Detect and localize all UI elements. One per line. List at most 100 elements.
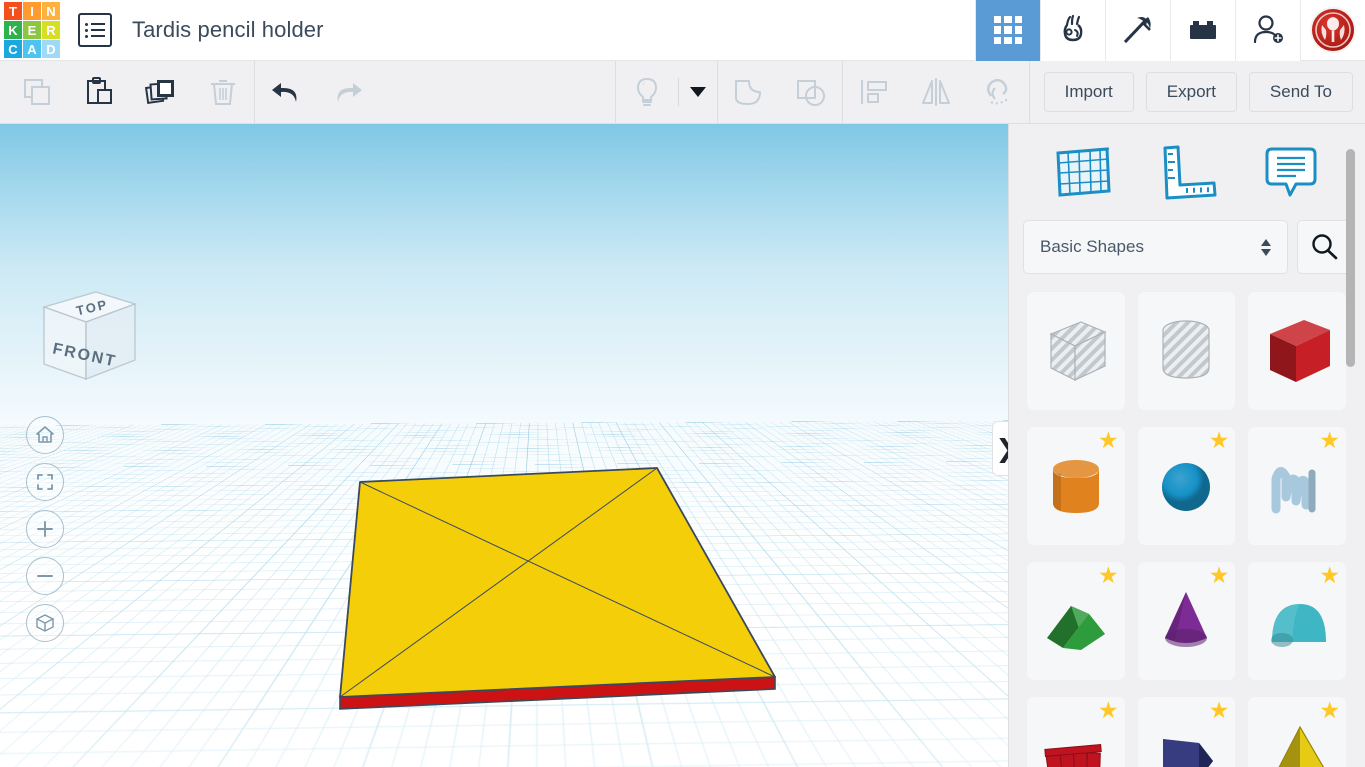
view-navigation-controls: [26, 416, 64, 642]
group-button[interactable]: [718, 61, 780, 124]
align-tools: [843, 61, 1029, 124]
view-cube[interactable]: TOP FRONT: [34, 272, 144, 390]
send-to-button[interactable]: Send To: [1248, 72, 1353, 112]
search-icon: [1312, 234, 1338, 260]
shape-item-navy-polygon[interactable]: ★: [1137, 697, 1236, 767]
fit-brackets-icon: [37, 474, 53, 490]
shape-grid-scrollbar[interactable]: [1346, 149, 1355, 367]
logo-tile-d: D: [42, 40, 60, 58]
lego-brick-icon: [1190, 21, 1216, 39]
logo-tile-t: T: [4, 2, 22, 20]
note-icon: [1265, 147, 1317, 197]
ruler-icon: [1163, 145, 1217, 200]
shape-item-yellow-pyramid[interactable]: ★: [1248, 697, 1346, 767]
favorite-star-icon[interactable]: ★: [1098, 564, 1119, 587]
favorite-star-icon[interactable]: ★: [1319, 429, 1340, 452]
home-view-button[interactable]: [26, 416, 64, 454]
light-blue-scribble-thumbnail: [1271, 467, 1316, 514]
header-button-blocks[interactable]: [1170, 0, 1235, 61]
chevron-down-icon: [689, 87, 706, 97]
header-button-invite[interactable]: [1235, 0, 1300, 61]
group-tools: [718, 61, 842, 124]
mandalorian-crest-icon: [1315, 12, 1351, 48]
header-button-codeblocks[interactable]: [1040, 0, 1105, 61]
fit-view-button[interactable]: [26, 463, 64, 501]
logo-tile-a: A: [23, 40, 41, 58]
zoom-out-button[interactable]: [26, 557, 64, 595]
blue-sphere-thumbnail: [1162, 463, 1211, 511]
logo-tile-r: R: [42, 21, 60, 39]
favorite-star-icon[interactable]: ★: [1319, 699, 1340, 722]
favorite-star-icon[interactable]: ★: [1209, 699, 1230, 722]
shape-item-purple-cone[interactable]: ★: [1137, 562, 1236, 680]
shapes-panel: Basic Shapes ★ ★ ★ ★ ★ ★ ★ ★ ★: [1008, 124, 1365, 767]
mirror-button[interactable]: [905, 61, 967, 124]
tinkercad-app: TINKERCAD Tardis pencil holder Import Ex…: [0, 0, 1365, 767]
stepper-icon: [1261, 238, 1271, 256]
app-header: TIN KER CAD Tardis pencil holder: [0, 0, 1365, 61]
ungroup-button[interactable]: [780, 61, 842, 124]
header-button-designs-grid[interactable]: [975, 0, 1040, 61]
favorite-star-icon[interactable]: ★: [1209, 429, 1230, 452]
shape-item-red-text[interactable]: ★: [1027, 697, 1125, 767]
workplane-icon: [1056, 147, 1111, 197]
shape-category-dropdown[interactable]: Basic Shapes: [1023, 220, 1288, 274]
logo-tile-c: C: [4, 40, 22, 58]
shape-item-hollow-box[interactable]: [1027, 292, 1125, 410]
minus-icon: [37, 575, 53, 577]
shape-grid-scroll-track[interactable]: [1346, 124, 1360, 609]
pickaxe-icon: [1123, 17, 1151, 44]
zoom-in-button[interactable]: [26, 510, 64, 548]
shape-item-red-box[interactable]: [1248, 292, 1346, 410]
red-box-thumbnail: [1270, 320, 1331, 382]
light-tools: [616, 61, 717, 124]
plus-icon: [37, 521, 53, 537]
yellow-plate[interactable]: [0, 124, 1008, 767]
perspective-toggle-button[interactable]: [26, 604, 64, 642]
tinkercad-logo[interactable]: TIN KER CAD: [4, 2, 60, 58]
favorite-star-icon[interactable]: ★: [1319, 564, 1340, 587]
shape-item-hollow-cylinder[interactable]: [1137, 292, 1236, 410]
shape-category-row: Basic Shapes: [1009, 220, 1365, 274]
avatar[interactable]: [1300, 0, 1365, 61]
avatar-image: [1310, 7, 1356, 53]
main-toolbar: Import Export Send To: [0, 60, 1365, 124]
duplicate-icon: [145, 80, 174, 105]
header-button-minecraft[interactable]: [1105, 0, 1170, 61]
ruler-button[interactable]: [1155, 141, 1219, 203]
home-icon: [36, 426, 54, 443]
undo-button[interactable]: [255, 61, 317, 124]
workplane-canvas[interactable]: TOP FRONT: [0, 124, 1008, 767]
export-button[interactable]: Export: [1145, 72, 1237, 112]
favorite-star-icon[interactable]: ★: [1098, 429, 1119, 452]
light-dropdown-button[interactable]: [679, 61, 717, 124]
note-button[interactable]: [1259, 141, 1323, 203]
designs-list-icon[interactable]: [78, 13, 112, 47]
shape-library-grid: ★ ★ ★ ★ ★ ★ ★ ★ ★: [1009, 282, 1365, 767]
search-button[interactable]: [1297, 220, 1351, 274]
shape-item-green-roof[interactable]: ★: [1027, 562, 1125, 680]
paste-button[interactable]: [68, 61, 130, 124]
box-icon: [35, 614, 55, 632]
light-button[interactable]: [616, 61, 678, 124]
codeblocks-icon: [1063, 14, 1083, 42]
group-shapes-icon: [734, 80, 761, 105]
shape-item-teal-tube[interactable]: ★: [1248, 562, 1346, 680]
duplicate-button[interactable]: [130, 61, 192, 124]
delete-button[interactable]: [192, 61, 254, 124]
import-button[interactable]: Import: [1043, 72, 1134, 112]
copy-button[interactable]: [6, 61, 68, 124]
align-button[interactable]: [843, 61, 905, 124]
magnet-button[interactable]: [967, 61, 1029, 124]
shape-item-orange-cylinder[interactable]: ★: [1027, 427, 1125, 545]
shape-item-blue-sphere[interactable]: ★: [1137, 427, 1236, 545]
hollow-cylinder-thumbnail: [1162, 320, 1211, 379]
orange-cylinder-thumbnail: [1052, 460, 1099, 513]
redo-button[interactable]: [317, 61, 379, 124]
favorite-star-icon[interactable]: ★: [1098, 699, 1119, 722]
favorite-star-icon[interactable]: ★: [1209, 564, 1230, 587]
logo-tile-k: K: [4, 21, 22, 39]
workplane-button[interactable]: [1051, 141, 1115, 203]
logo-tile-n: N: [42, 2, 60, 20]
shape-item-light-blue-scribble[interactable]: ★: [1248, 427, 1346, 545]
